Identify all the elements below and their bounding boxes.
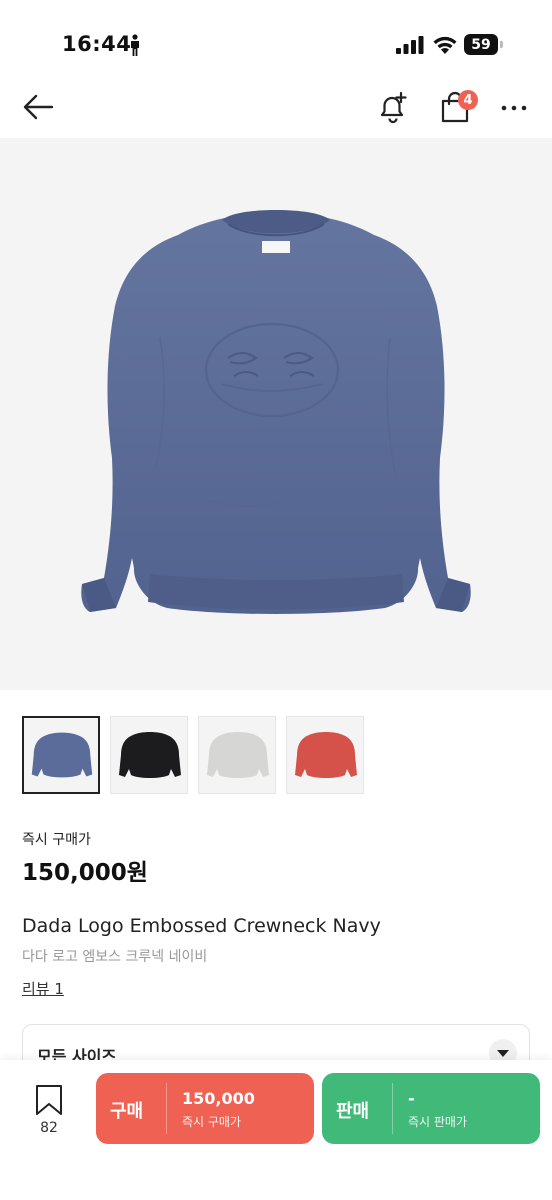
- person-icon: [131, 34, 139, 56]
- thumbnail-black[interactable]: [110, 716, 188, 794]
- sell-label: 판매: [336, 1101, 370, 1122]
- wifi-icon: [433, 36, 457, 54]
- thumbnail-grey[interactable]: [198, 716, 276, 794]
- thumbnail-navy[interactable]: [22, 716, 100, 794]
- sell-divider: [392, 1083, 393, 1134]
- sell-price: -: [408, 1089, 415, 1108]
- review-link[interactable]: 리뷰 1: [22, 978, 64, 999]
- status-bar: 16:44 59: [0, 0, 552, 70]
- cart-badge: 4: [458, 90, 478, 110]
- bottom-action-bar: 82 구매 150,000 즉시 구매가 판매 - 즉시 판매가: [0, 1060, 552, 1200]
- back-arrow-icon[interactable]: [22, 92, 56, 122]
- battery-level: 59: [464, 34, 498, 55]
- wishlist-count: 82: [40, 1120, 58, 1136]
- price-value: 150,000원: [22, 860, 148, 886]
- buy-sub-label: 즉시 구매가: [182, 1115, 242, 1129]
- buy-button[interactable]: 구매 150,000 즉시 구매가: [96, 1073, 314, 1144]
- wishlist-button[interactable]: 82: [26, 1084, 72, 1144]
- battery-icon: 59: [464, 34, 504, 55]
- product-hero-image[interactable]: [0, 138, 552, 690]
- product-title: Dada Logo Embossed Crewneck Navy: [22, 915, 381, 937]
- bell-plus-icon[interactable]: [376, 90, 410, 124]
- sell-button[interactable]: 판매 - 즉시 판매가: [322, 1073, 540, 1144]
- status-time: 16:44: [62, 32, 132, 56]
- sell-sub-label: 즉시 판매가: [408, 1115, 468, 1129]
- sweatshirt-image: [81, 210, 471, 614]
- buy-label: 구매: [110, 1101, 144, 1122]
- signal-icon: [396, 36, 424, 54]
- price-label: 즉시 구매가: [22, 832, 91, 848]
- thumbnail-red[interactable]: [286, 716, 364, 794]
- buy-price: 150,000: [182, 1089, 255, 1108]
- buy-divider: [166, 1083, 167, 1134]
- thumbnail-strip: [22, 716, 364, 794]
- battery-tip: [500, 41, 503, 48]
- product-subtitle: 다다 로고 엠보스 크루넥 네이비: [22, 949, 208, 965]
- bookmark-icon: [36, 1085, 62, 1115]
- more-icon[interactable]: [498, 94, 530, 122]
